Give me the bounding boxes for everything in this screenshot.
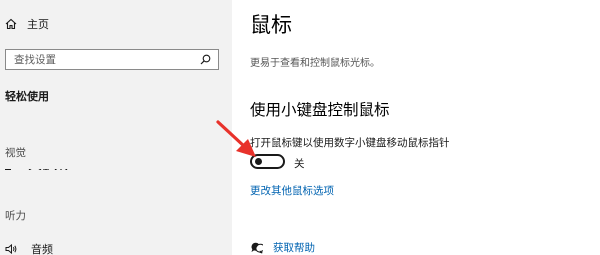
sidebar-item-label: 主页 bbox=[27, 18, 49, 31]
search-input[interactable] bbox=[6, 50, 200, 69]
sidebar-item-partial[interactable] bbox=[5, 162, 85, 170]
toggle-state-label: 关 bbox=[294, 158, 305, 170]
annotation-arrow-icon bbox=[216, 120, 256, 157]
sidebar-group-vision: 视觉 bbox=[5, 147, 26, 159]
section-heading: 使用小键盘控制鼠标 bbox=[250, 101, 390, 119]
home-icon bbox=[5, 18, 17, 30]
main-content: 鼠标 更易于查看和控制鼠标光标。 使用小键盘控制鼠标 打开鼠标键以使用数字小键盘… bbox=[232, 0, 600, 255]
help-link[interactable]: 获取帮助 bbox=[273, 240, 315, 255]
sidebar-item-label: 音频 bbox=[31, 243, 53, 255]
search-icon[interactable] bbox=[200, 54, 211, 65]
page-title: 鼠标 bbox=[250, 13, 292, 37]
toggle-description: 打开鼠标键以使用数字小键盘移动鼠标指针 bbox=[250, 137, 450, 149]
search-box[interactable] bbox=[5, 49, 219, 70]
page-description: 更易于查看和控制鼠标光标。 bbox=[250, 58, 380, 69]
sidebar-section-title: 轻松使用 bbox=[5, 90, 49, 103]
speaker-icon bbox=[5, 243, 17, 255]
help-chat-icon bbox=[251, 242, 263, 253]
more-mouse-options-link[interactable]: 更改其他鼠标选项 bbox=[250, 183, 334, 198]
sidebar-group-hearing: 听力 bbox=[5, 210, 26, 222]
get-help[interactable]: 获取帮助 bbox=[250, 239, 315, 255]
sidebar-item-audio[interactable]: 音频 bbox=[5, 240, 53, 255]
settings-window: 主页 轻松使用 视觉 听力 bbox=[0, 0, 600, 255]
partial-item-glyphs bbox=[5, 168, 68, 170]
sidebar-item-home[interactable]: 主页 bbox=[5, 14, 49, 34]
sidebar: 主页 轻松使用 视觉 听力 bbox=[0, 0, 232, 255]
